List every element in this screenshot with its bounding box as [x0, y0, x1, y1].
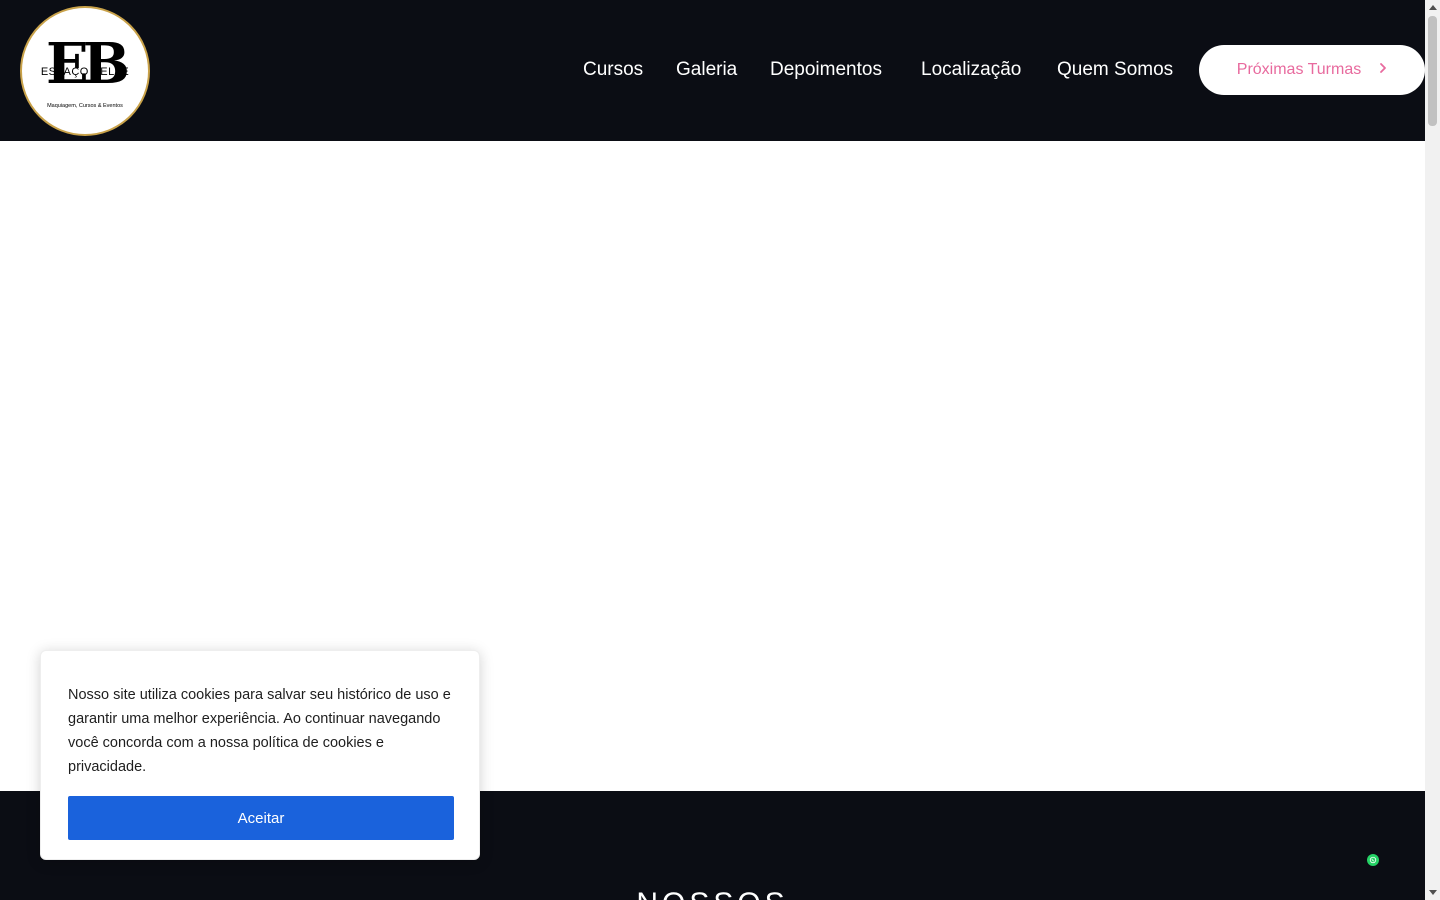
proximas-turmas-button[interactable]: Próximas Turmas: [1199, 45, 1425, 95]
logo-mark: EB: [45, 31, 130, 97]
logo-name: ESPAÇO BELLE: [40, 66, 130, 78]
logo-tagline: Maquiagem, Cursos & Eventos: [47, 103, 123, 109]
cta-label: Próximas Turmas: [1236, 61, 1362, 78]
accept-cookies-button[interactable]: Aceitar: [68, 796, 454, 840]
site-header: EB ESPAÇO BELLE Maquiagem, Cursos & Even…: [0, 0, 1425, 141]
section-heading: NOSSOS: [0, 889, 1425, 900]
whatsapp-icon[interactable]: [1367, 854, 1379, 866]
nav-item-depoimentos[interactable]: Depoimentos: [770, 56, 882, 84]
cookie-banner: Nosso site utiliza cookies para salvar s…: [40, 650, 480, 860]
page: EB ESPAÇO BELLE Maquiagem, Cursos & Even…: [0, 0, 1425, 900]
nav-item-galeria[interactable]: Galeria: [676, 56, 737, 84]
logo[interactable]: EB ESPAÇO BELLE Maquiagem, Cursos & Even…: [20, 6, 150, 136]
nav-item-cursos[interactable]: Cursos: [583, 56, 643, 84]
scrollbar[interactable]: [1425, 0, 1440, 900]
scroll-up-arrow-icon[interactable]: [1425, 0, 1440, 15]
chevron-right-icon: [1379, 61, 1387, 79]
scrollbar-thumb[interactable]: [1428, 16, 1437, 126]
scroll-down-arrow-icon[interactable]: [1425, 885, 1440, 900]
nav-item-localizacao[interactable]: Localização: [921, 56, 1021, 84]
nav-item-quem-somos[interactable]: Quem Somos: [1057, 56, 1173, 84]
cookie-text: Nosso site utiliza cookies para salvar s…: [68, 687, 451, 775]
